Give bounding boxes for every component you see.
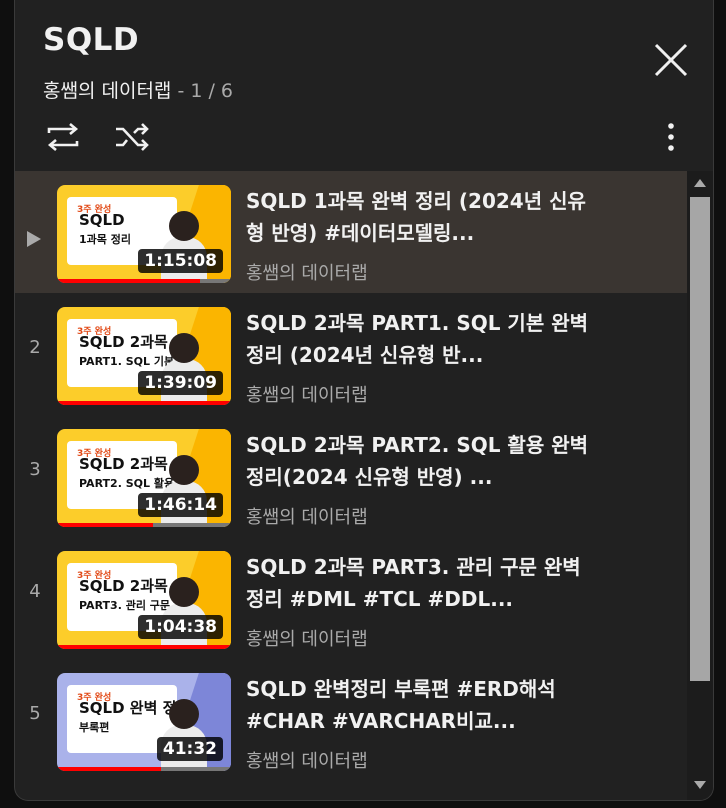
presenter-head (169, 211, 199, 241)
more-options-button[interactable] (655, 118, 687, 156)
video-channel[interactable]: 홍쌤의 데이터랩 (246, 625, 368, 651)
playlist-panel: SQLD 홍쌤의 데이터랩 - 1 / 6 3주 완성 SQLD 1과목 정리 … (14, 0, 714, 801)
video-title[interactable]: SQLD 2과목 PART2. SQL 활용 완벽 정리(2024 신유형 반영… (246, 429, 596, 493)
video-duration: 1:46:14 (138, 493, 223, 517)
playlist-position: - 1 / 6 (171, 80, 233, 102)
now-playing-icon (27, 231, 41, 247)
video-title[interactable]: SQLD 2과목 PART3. 관리 구문 완벽정리 #DML #TCL #DD… (246, 551, 596, 615)
playlist-title[interactable]: SQLD (43, 22, 139, 58)
scrollbar-thumb[interactable] (690, 197, 710, 681)
loop-icon (47, 123, 79, 151)
video-duration: 1:15:08 (138, 249, 223, 273)
playlist-channel[interactable]: 홍쌤의 데이터랩 (43, 80, 171, 102)
close-button[interactable] (651, 40, 691, 80)
watch-progress-bar (57, 645, 231, 649)
scroll-up-arrow-icon[interactable] (694, 179, 706, 187)
video-thumbnail[interactable]: 3주 완성 SQLD 2과목 PART1. SQL 기본 1:39:09 (57, 307, 231, 405)
video-title[interactable]: SQLD 2과목 PART1. SQL 기본 완벽 정리 (2024년 신유형 … (246, 307, 596, 371)
loop-button[interactable] (43, 120, 83, 154)
scrollbar[interactable] (687, 171, 713, 800)
thumb-subtitle: PART1. SQL 기본 (79, 355, 175, 368)
playlist-item[interactable]: 5 3주 완성 SQLD 완벽 정리 부록편 41:32 SQLD 완벽정리 부록편 #E… (15, 659, 687, 781)
video-duration: 1:39:09 (138, 371, 223, 395)
video-thumbnail[interactable]: 3주 완성 SQLD 1과목 정리 1:15:08 (57, 185, 231, 283)
watch-progress-bar (57, 523, 153, 527)
item-index: 5 (29, 703, 41, 724)
playlist-header: SQLD 홍쌤의 데이터랩 - 1 / 6 (15, 0, 713, 170)
thumb-subtitle: 부록편 (79, 721, 110, 734)
video-duration: 1:04:38 (138, 615, 223, 639)
video-duration: 41:32 (156, 737, 223, 761)
playlist-item[interactable]: 4 3주 완성 SQLD 2과목 PART3. 관리 구문 1:04:38 SQLD 2과… (15, 537, 687, 659)
video-title[interactable]: SQLD 1과목 완벽 정리 (2024년 신유형 반영) #데이터모델링... (246, 185, 596, 249)
video-thumbnail[interactable]: 3주 완성 SQLD 완벽 정리 부록편 41:32 (57, 673, 231, 771)
thumb-subtitle: PART3. 관리 구문 (79, 599, 171, 612)
thumb-subtitle: 1과목 정리 (79, 233, 131, 246)
thumb-title: SQLD (79, 211, 125, 229)
video-channel[interactable]: 홍쌤의 데이터랩 (246, 259, 368, 285)
watch-progress-bar (57, 767, 162, 771)
thumb-title: SQLD 2과목 (79, 455, 168, 473)
playlist-subtitle: 홍쌤의 데이터랩 - 1 / 6 (43, 76, 233, 103)
playlist-item[interactable]: 2 3주 완성 SQLD 2과목 PART1. SQL 기본 1:39:09 SQLD 2… (15, 293, 687, 415)
presenter-head (169, 333, 199, 363)
shuffle-icon (116, 123, 149, 151)
item-index: 2 (29, 337, 41, 358)
watch-progress-bar (57, 401, 231, 405)
presenter-head (169, 699, 199, 729)
item-index: 4 (29, 581, 41, 602)
thumb-title: SQLD 2과목 (79, 577, 168, 595)
thumb-title: SQLD 2과목 (79, 333, 168, 351)
video-thumbnail[interactable]: 3주 완성 SQLD 2과목 PART2. SQL 활용 1:46:14 (57, 429, 231, 527)
video-thumbnail[interactable]: 3주 완성 SQLD 2과목 PART3. 관리 구문 1:04:38 (57, 551, 231, 649)
thumb-subtitle: PART2. SQL 활용 (79, 477, 175, 490)
close-icon (654, 43, 688, 77)
presenter-head (169, 455, 199, 485)
item-index: 3 (29, 459, 41, 480)
video-title[interactable]: SQLD 완벽정리 부록편 #ERD해석 #CHAR #VARCHAR비교... (246, 673, 596, 737)
presenter-head (169, 577, 199, 607)
playlist-items: 3주 완성 SQLD 1과목 정리 1:15:08 SQLD 1과목 완벽 정리 (20… (15, 171, 687, 800)
playlist-item[interactable]: 3 3주 완성 SQLD 2과목 PART2. SQL 활용 1:46:14 SQLD 2… (15, 415, 687, 537)
watch-progress-bar (57, 279, 200, 283)
video-channel[interactable]: 홍쌤의 데이터랩 (246, 381, 368, 407)
shuffle-button[interactable] (113, 120, 153, 154)
playlist-item[interactable]: 3주 완성 SQLD 1과목 정리 1:15:08 SQLD 1과목 완벽 정리 (20… (15, 171, 687, 293)
video-channel[interactable]: 홍쌤의 데이터랩 (246, 747, 368, 773)
more-vert-icon (668, 123, 674, 151)
video-channel[interactable]: 홍쌤의 데이터랩 (246, 503, 368, 529)
scroll-down-arrow-icon[interactable] (694, 781, 706, 789)
